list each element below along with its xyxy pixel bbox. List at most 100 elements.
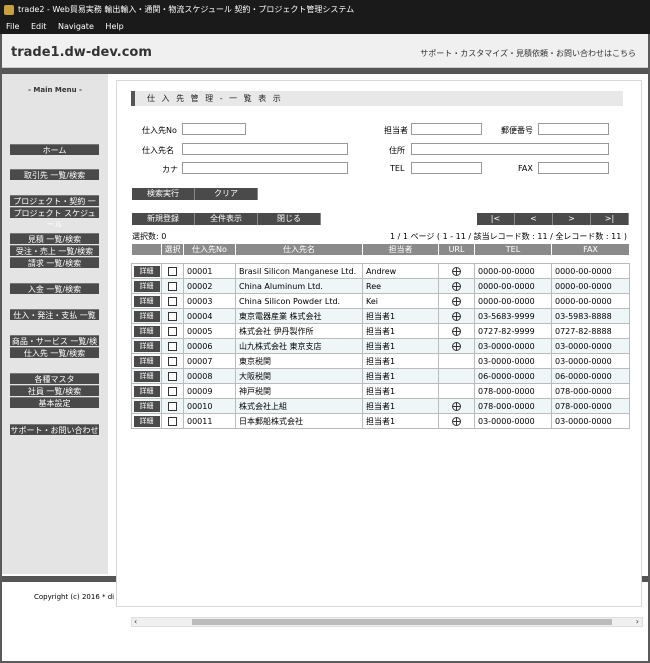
tel-cell: 078-000-0000 bbox=[474, 398, 552, 414]
col-supplier-no[interactable]: 仕入先No bbox=[183, 243, 236, 256]
col-person[interactable]: 担当者 bbox=[362, 243, 439, 256]
clear-button[interactable]: クリア bbox=[195, 188, 258, 200]
person-cell: 担当者1 bbox=[362, 353, 439, 369]
globe-icon[interactable] bbox=[452, 311, 461, 321]
supplier-name-cell: 株式会社上組 bbox=[235, 398, 363, 414]
first-page-button[interactable]: |< bbox=[477, 213, 515, 225]
fax-cell: 03-0000-0000 bbox=[551, 353, 630, 369]
scroll-left-icon[interactable]: ‹ bbox=[134, 617, 137, 626]
person-cell: Ree bbox=[362, 278, 439, 294]
detail-button[interactable]: 詳細 bbox=[133, 295, 160, 307]
col-tel[interactable]: TEL bbox=[474, 243, 552, 256]
detail-button[interactable]: 詳細 bbox=[133, 310, 160, 322]
scroll-thumb[interactable] bbox=[192, 619, 612, 625]
postal-input[interactable] bbox=[538, 123, 609, 135]
tel-cell: 0000-00-0000 bbox=[474, 263, 552, 279]
globe-icon[interactable] bbox=[452, 341, 461, 351]
site-header: trade1.dw-dev.com サポート・カスタマイズ・見積依頼・お問い合わ… bbox=[2, 34, 648, 68]
new-button[interactable]: 新規登録 bbox=[132, 213, 195, 225]
select-cell bbox=[161, 398, 184, 414]
menu-home[interactable]: ホーム bbox=[10, 144, 99, 155]
site-title[interactable]: trade1.dw-dev.com bbox=[11, 45, 152, 60]
globe-icon[interactable] bbox=[452, 401, 461, 411]
show-all-button[interactable]: 全件表示 bbox=[195, 213, 258, 225]
menu-edit[interactable]: Edit bbox=[31, 22, 47, 31]
detail-button[interactable]: 詳細 bbox=[133, 325, 160, 337]
globe-icon[interactable] bbox=[452, 281, 461, 291]
globe-icon[interactable] bbox=[452, 266, 461, 276]
detail-button[interactable]: 詳細 bbox=[133, 370, 160, 382]
menu-file[interactable]: File bbox=[6, 22, 19, 31]
select-cell bbox=[161, 383, 184, 399]
detail-button[interactable]: 詳細 bbox=[133, 355, 160, 367]
menu-project-schedule[interactable]: プロジェクト スケジュール bbox=[10, 207, 99, 229]
detail-cell: 詳細 bbox=[131, 263, 162, 279]
globe-icon[interactable] bbox=[452, 296, 461, 306]
menu-suppliers[interactable]: 仕入先 一覧/検索 bbox=[10, 347, 99, 358]
row-checkbox[interactable] bbox=[168, 356, 177, 366]
address-input[interactable] bbox=[411, 143, 609, 155]
detail-button[interactable]: 詳細 bbox=[133, 340, 160, 352]
next-page-button[interactable]: > bbox=[553, 213, 591, 225]
prev-page-button[interactable]: < bbox=[515, 213, 553, 225]
fax-input[interactable] bbox=[538, 162, 609, 174]
row-checkbox[interactable] bbox=[168, 326, 177, 336]
detail-button[interactable]: 詳細 bbox=[133, 400, 160, 412]
menu-settings[interactable]: 基本設定 bbox=[10, 397, 99, 408]
row-checkbox[interactable] bbox=[168, 311, 177, 321]
tel-input[interactable] bbox=[411, 162, 482, 174]
close-button[interactable]: 閉じる bbox=[258, 213, 321, 225]
person-input[interactable] bbox=[411, 123, 482, 135]
globe-icon[interactable] bbox=[452, 326, 461, 336]
detail-button[interactable]: 詳細 bbox=[133, 265, 160, 277]
menu-invoices[interactable]: 請求 一覧/検索 bbox=[10, 257, 99, 268]
fax-cell: 03-0000-0000 bbox=[551, 413, 630, 429]
menu-customers[interactable]: 取引先 一覧/検索 bbox=[10, 169, 99, 180]
supplier-no-input[interactable] bbox=[182, 123, 246, 135]
row-checkbox[interactable] bbox=[168, 341, 177, 351]
col-select: 選択 bbox=[161, 243, 184, 256]
table-row: 詳細 00004 東京電器産業 株式会社 担当者1 03-5683-9999 03-598… bbox=[131, 308, 630, 324]
menu-products[interactable]: 商品・サービス 一覧/検索 bbox=[10, 335, 99, 357]
search-button[interactable]: 検索実行 bbox=[132, 188, 195, 200]
row-checkbox[interactable] bbox=[168, 281, 177, 291]
row-checkbox[interactable] bbox=[168, 266, 177, 276]
detail-button[interactable]: 詳細 bbox=[133, 385, 160, 397]
fax-cell: 06-0000-0000 bbox=[551, 368, 630, 384]
globe-icon[interactable] bbox=[452, 416, 461, 426]
fax-cell: 03-0000-0000 bbox=[551, 338, 630, 354]
detail-button[interactable]: 詳細 bbox=[133, 415, 160, 427]
row-checkbox[interactable] bbox=[168, 296, 177, 306]
col-fax[interactable]: FAX bbox=[551, 243, 630, 256]
last-page-button[interactable]: >| bbox=[591, 213, 629, 225]
supplier-no-cell: 00004 bbox=[183, 308, 236, 324]
support-link[interactable]: サポート・カスタマイズ・見積依頼・お問い合わせはこちら bbox=[420, 48, 636, 59]
menu-help[interactable]: Help bbox=[105, 22, 123, 31]
table-row: 詳細 00011 日本郵船株式会社 担当者1 03-0000-0000 03-0000-0… bbox=[131, 413, 630, 429]
detail-button[interactable]: 詳細 bbox=[133, 280, 160, 292]
supplier-no-label: 仕入先No bbox=[142, 126, 177, 135]
row-checkbox[interactable] bbox=[168, 386, 177, 396]
person-cell: 担当者1 bbox=[362, 398, 439, 414]
row-checkbox[interactable] bbox=[168, 371, 177, 381]
menu-support[interactable]: サポート・お問い合わせ bbox=[10, 424, 99, 435]
kana-input[interactable] bbox=[182, 162, 348, 174]
col-supplier-name[interactable]: 仕入先名 bbox=[235, 243, 363, 256]
menu-payments-received[interactable]: 入金 一覧/検索 bbox=[10, 283, 99, 294]
menu-projects[interactable]: プロジェクト・契約 一覧 bbox=[10, 195, 99, 217]
select-cell bbox=[161, 413, 184, 429]
menu-masters[interactable]: 各種マスタ bbox=[10, 373, 99, 384]
row-checkbox[interactable] bbox=[168, 401, 177, 411]
menu-purchases[interactable]: 仕入・発注・支払 一覧 bbox=[10, 309, 99, 320]
menu-orders-sales[interactable]: 受注・売上 一覧/検索 bbox=[10, 245, 99, 256]
scroll-right-icon[interactable]: › bbox=[636, 617, 639, 626]
menu-quotes[interactable]: 見積 一覧/検索 bbox=[10, 233, 99, 244]
horizontal-scrollbar[interactable]: ‹ › bbox=[131, 617, 643, 627]
menu-employees[interactable]: 社員 一覧/検索 bbox=[10, 385, 99, 396]
table-row: 詳細 00003 China Silicon Powder Ltd. Kei 0000-… bbox=[131, 293, 630, 309]
row-checkbox[interactable] bbox=[168, 416, 177, 426]
table-row: 詳細 00006 山九株式会社 東京支店 担当者1 03-0000-0000 03-000… bbox=[131, 338, 630, 354]
supplier-name-input[interactable] bbox=[182, 143, 348, 155]
menu-navigate[interactable]: Navigate bbox=[58, 22, 94, 31]
fax-cell: 078-000-0000 bbox=[551, 383, 630, 399]
